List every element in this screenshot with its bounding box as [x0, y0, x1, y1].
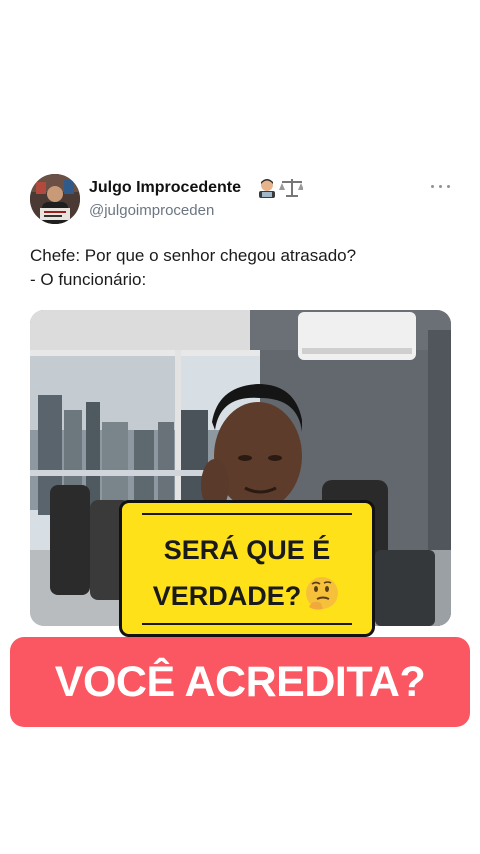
- question-banner: VOCÊ ACREDITA?: [10, 637, 470, 727]
- tweet-text: Chefe: Por que o senhor chegou atrasado?…: [30, 244, 450, 292]
- display-name[interactable]: Julgo Improcedente: [89, 179, 241, 197]
- name-emojis: [257, 177, 304, 199]
- tweet-text-line: - O funcionário:: [30, 270, 147, 289]
- balance-scale-icon: [279, 179, 304, 197]
- tweet-card: Julgo Improcedente @julgoimproceden Chef…: [0, 0, 480, 854]
- profile-avatar[interactable]: [30, 174, 80, 224]
- caption-box: SERÁ QUE É VERDADE?: [119, 500, 375, 637]
- caption-line-1: SERÁ QUE É: [163, 535, 331, 565]
- tweet-text-line: Chefe: Por que o senhor chegou atrasado?: [30, 246, 357, 265]
- user-handle[interactable]: @julgoimproceden: [89, 202, 214, 219]
- caption-bottom-rule: [142, 623, 352, 625]
- thinking-face-icon: [303, 575, 341, 613]
- more-dots-icon[interactable]: [430, 181, 452, 193]
- caption-top-rule: [142, 513, 352, 515]
- banner-text: VOCÊ ACREDITA?: [54, 658, 426, 706]
- man-technologist-icon: [259, 179, 304, 198]
- caption-line-2: VERDADE?: [122, 575, 372, 613]
- caption-line-2-text: VERDADE?: [152, 581, 302, 611]
